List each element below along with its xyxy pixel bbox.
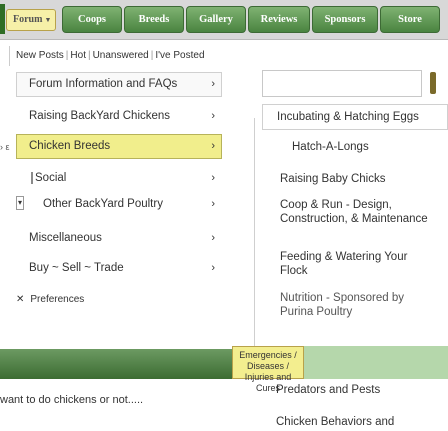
link-ive-posted[interactable]: I've Posted	[155, 50, 204, 61]
forum-feeding-watering[interactable]: Feeding & Watering Your Flock	[262, 250, 448, 278]
link-unanswered[interactable]: Unanswered	[93, 50, 149, 61]
menu-item-label: Social	[31, 172, 67, 184]
forum-coop-run-design[interactable]: Coop & Run - Design, Construction, & Mai…	[262, 198, 448, 226]
chevron-down-icon: ▼	[44, 16, 52, 24]
forum-raising-baby-chicks[interactable]: Raising Baby Chicks	[262, 172, 448, 186]
forum-hatch-a-longs[interactable]: Hatch-A-Longs	[262, 140, 448, 154]
chevron-right-icon: ›	[211, 78, 215, 90]
tab-coops[interactable]: Coops	[62, 6, 122, 33]
tab-store[interactable]: Store	[380, 6, 440, 33]
preferences-link[interactable]: ✕ Preferences	[16, 292, 136, 308]
forum-emergencies-diseases[interactable]: Emergencies / Diseases / Injuries and Cu…	[232, 346, 304, 393]
chevron-right-icon: ›	[211, 140, 215, 152]
tab-sponsors[interactable]: Sponsors	[312, 6, 378, 33]
column-divider	[254, 118, 255, 348]
thread-snippet[interactable]: want to do chickens or not.....	[0, 392, 240, 408]
menu-item-label: Forum Information and FAQs	[29, 78, 178, 90]
menu-item-label: Raising BackYard Chickens	[29, 110, 171, 122]
menu-item-label: Chicken Breeds	[29, 140, 111, 152]
left-edge-accent	[0, 4, 5, 34]
forum-chicken-behaviors[interactable]: Chicken Behaviors and	[262, 415, 448, 429]
quick-links: New Posts | Hot | Unanswered | I've Posted	[16, 50, 205, 61]
menu-item-label: Buy ~ Sell ~ Trade	[29, 262, 124, 274]
link-hot[interactable]: Hot	[70, 50, 86, 61]
menu-item-miscellaneous[interactable]: Miscellaneous ›	[16, 226, 222, 251]
banner-green-panel	[304, 346, 448, 379]
menu-item-label: Other BackYard Poultry	[43, 198, 163, 210]
menu-item-other-backyard-poultry[interactable]: Other BackYard Poultry ›	[16, 192, 222, 217]
tab-reviews[interactable]: Reviews	[248, 6, 310, 33]
chevron-right-icon: ›	[211, 232, 215, 244]
tab-gallery[interactable]: Gallery	[186, 6, 246, 33]
menu-item-social[interactable]: Social ›	[16, 166, 222, 191]
menu-item-buy-sell-trade[interactable]: Buy ~ Sell ~ Trade ›	[16, 256, 222, 281]
wrench-icon: ✕	[16, 294, 25, 305]
search-button-edge[interactable]	[430, 72, 436, 94]
chevron-right-icon: ›	[211, 172, 215, 184]
forum-predators-pests[interactable]: Predators and Pests	[262, 383, 448, 397]
search-input[interactable]	[262, 70, 422, 97]
forum-label: Forum	[13, 14, 43, 25]
chevron-right-icon: ›	[211, 198, 215, 210]
chevron-right-icon: ›	[211, 110, 215, 122]
forum-dropdown-button[interactable]: Forum ▼	[6, 9, 56, 31]
menu-item-chicken-breeds[interactable]: Chicken Breeds ›	[16, 134, 222, 159]
menu-item-raising-backyard-chickens[interactable]: Raising BackYard Chickens ›	[16, 104, 222, 129]
left-gutter-line	[0, 46, 10, 66]
tab-breeds[interactable]: Breeds	[124, 6, 184, 33]
forum-incubating-hatching-eggs[interactable]: Incubating & Hatching Eggs	[262, 104, 448, 130]
menu-item-forum-information[interactable]: Forum Information and FAQs ›	[16, 72, 222, 97]
chevron-right-icon: ›	[211, 262, 215, 274]
forum-nutrition-purina[interactable]: Nutrition - Sponsored by Purina Poultry	[262, 291, 448, 319]
menu-item-label: Miscellaneous	[29, 232, 102, 244]
chevron-right-icon: › ε	[0, 142, 10, 152]
preferences-label: Preferences	[30, 294, 85, 305]
link-new-posts[interactable]: New Posts	[16, 50, 64, 61]
